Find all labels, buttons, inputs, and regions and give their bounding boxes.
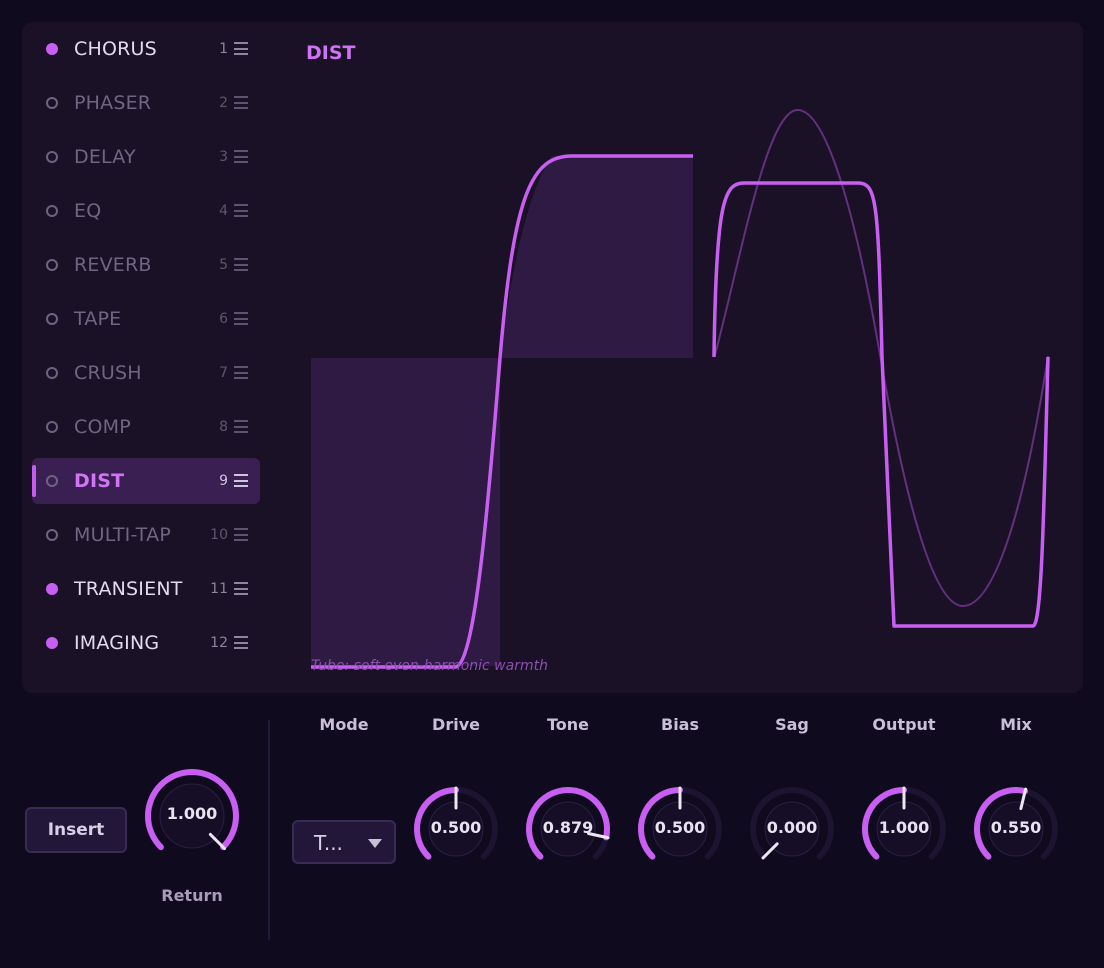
bias-label: Bias [661,715,699,734]
mode-select[interactable]: T... [292,820,396,864]
mix-knob[interactable]: 0.550 [971,784,1061,874]
return-knob[interactable]: 1.000 [142,766,242,866]
output-knob-value: 1.000 [878,818,930,837]
return-knob-pointer [208,832,227,851]
sag-knob-value: 0.000 [766,818,818,837]
return-label: Return [161,886,223,905]
sag-knob-pointer [761,842,779,860]
caret-down-icon [368,839,382,848]
transfer-curve-graph [311,108,1050,669]
drive-knob[interactable]: 0.500 [411,784,501,874]
drive-knob-value: 0.500 [430,818,482,837]
effect-panel: CHORUS 1 PHASER 2 DELAY 3 EQ 4 REVERB 5 TAPE 6 CRUSH… [22,22,1083,693]
drive-label: Drive [432,715,480,734]
insert-button[interactable]: Insert [25,807,127,853]
bias-knob-value: 0.500 [654,818,706,837]
tone-knob[interactable]: 0.879 [523,784,613,874]
mode-label: Mode [319,715,369,734]
mode-description: Tube: soft even-harmonic warmth [311,658,548,674]
tone-knob-value: 0.879 [542,818,594,837]
output-knob[interactable]: 1.000 [859,784,949,874]
bias-knob[interactable]: 0.500 [635,784,725,874]
sag-label: Sag [775,715,809,734]
mix-knob-value: 0.550 [990,818,1042,837]
sag-knob[interactable]: 0.000 [747,784,837,874]
mix-label: Mix [1000,715,1032,734]
return-knob-value: 1.000 [166,804,218,823]
section-divider [268,720,270,940]
mode-select-value: T... [314,831,343,855]
output-wave [712,181,1050,628]
tone-label: Tone [546,715,590,734]
output-label: Output [872,715,936,734]
